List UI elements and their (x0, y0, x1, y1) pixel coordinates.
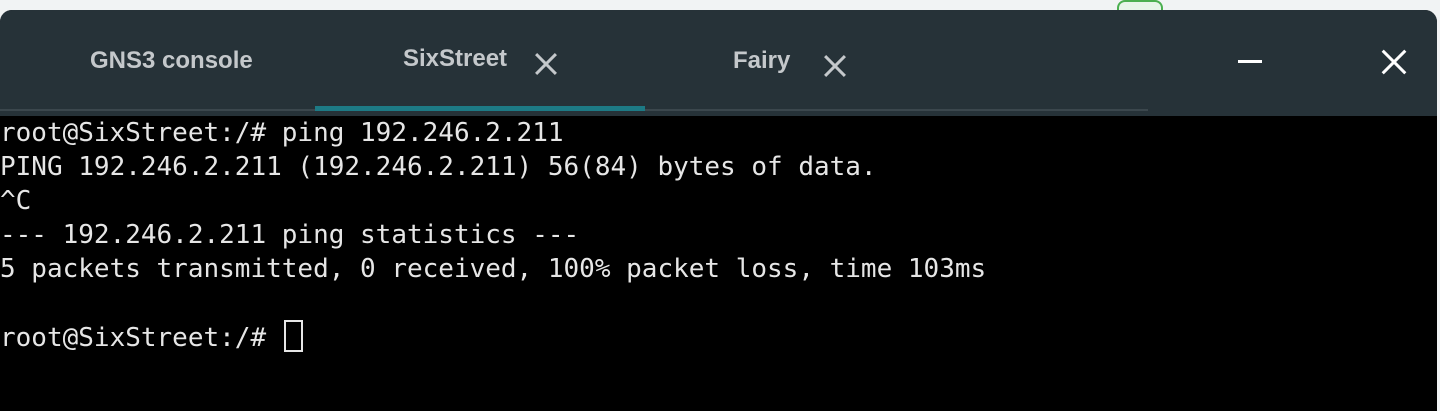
tab-label: SixStreet (403, 44, 508, 72)
terminal-line: 5 packets transmitted, 0 received, 100% … (0, 254, 987, 284)
tab-gns3-console[interactable]: GNS3 console (90, 10, 253, 111)
close-icon[interactable] (1374, 42, 1414, 82)
terminal-prompt: root@SixStreet:/# (0, 323, 282, 353)
terminal-line: ^C (0, 186, 32, 216)
active-tab-indicator (315, 106, 645, 111)
tab-bar: GNS3 console SixStreet Fairy (0, 10, 1437, 116)
terminal-line: PING 192.246.2.211 (192.246.2.211) 56(84… (0, 152, 877, 182)
text-cursor (283, 320, 303, 352)
minimize-icon[interactable] (1231, 42, 1271, 82)
tab-sixstreet[interactable]: SixStreet (403, 10, 557, 109)
close-tab-icon[interactable] (824, 55, 846, 77)
close-tab-icon[interactable] (535, 53, 557, 75)
tab-label: Fairy (733, 46, 791, 74)
console-window: GNS3 console SixStreet Fairy root@SixStr… (0, 10, 1437, 411)
tab-label: GNS3 console (90, 46, 253, 74)
terminal-output[interactable]: root@SixStreet:/# ping 192.246.2.211 PIN… (0, 116, 1437, 411)
tab-fairy[interactable]: Fairy (733, 10, 846, 111)
terminal-line: root@SixStreet:/# ping 192.246.2.211 (0, 118, 564, 148)
terminal-prompt-line[interactable]: root@SixStreet:/# (0, 320, 986, 354)
terminal-line: --- 192.246.2.211 ping statistics --- (0, 220, 580, 250)
